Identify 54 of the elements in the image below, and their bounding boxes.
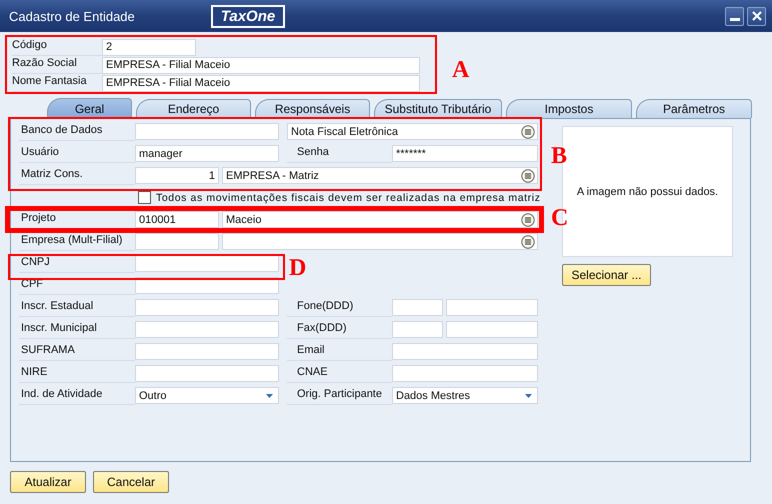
lookup-field[interactable] bbox=[222, 233, 538, 250]
list-icon[interactable] bbox=[521, 234, 535, 248]
tab[interactable]: Parâmetros bbox=[636, 99, 752, 118]
input-field[interactable]: manager bbox=[135, 145, 279, 162]
input-field[interactable] bbox=[135, 365, 279, 382]
select-button[interactable]: Selecionar ... bbox=[562, 264, 651, 286]
minimize-button[interactable] bbox=[725, 6, 744, 26]
input-field[interactable] bbox=[392, 343, 538, 360]
code-field[interactable]: 010001 bbox=[135, 211, 219, 228]
tab[interactable]: Responsáveis bbox=[255, 99, 370, 118]
input-field[interactable] bbox=[392, 365, 538, 382]
dropdown[interactable]: Outro bbox=[135, 387, 279, 404]
input-field[interactable]: 2 bbox=[102, 38, 196, 56]
checkbox[interactable] bbox=[138, 191, 151, 204]
input-field[interactable] bbox=[135, 255, 279, 272]
cancel-button[interactable]: Cancelar bbox=[93, 471, 169, 493]
input-field[interactable] bbox=[135, 321, 279, 338]
area-code-field[interactable] bbox=[392, 299, 443, 316]
tab[interactable]: Substituto Tributário bbox=[374, 99, 502, 118]
input-field[interactable] bbox=[135, 343, 279, 360]
input-field[interactable] bbox=[135, 299, 279, 316]
lookup-field[interactable]: EMPRESA - Matriz bbox=[222, 167, 538, 184]
tab[interactable]: Impostos bbox=[506, 99, 632, 118]
annotation-letter: D bbox=[289, 256, 306, 280]
close-icon bbox=[750, 10, 762, 22]
password-field[interactable]: ******* bbox=[392, 145, 538, 162]
input-field[interactable]: EMPRESA - Filial Maceio bbox=[102, 56, 420, 74]
annotation-letter: B bbox=[551, 144, 568, 168]
phone-field[interactable] bbox=[446, 321, 538, 338]
lookup-field[interactable]: Nota Fiscal Eletrônica bbox=[287, 123, 538, 140]
input-field[interactable] bbox=[135, 123, 279, 140]
empty-image-message: A imagem não possui dados. bbox=[576, 186, 718, 198]
tab[interactable]: Endereço bbox=[136, 99, 251, 118]
window-title: Cadastro de Entidade bbox=[9, 8, 135, 24]
caret-icon bbox=[266, 394, 273, 398]
caret-icon bbox=[525, 394, 532, 398]
annotation-letter: C bbox=[551, 206, 568, 230]
lookup-field[interactable]: Maceio bbox=[222, 211, 538, 228]
list-icon[interactable] bbox=[521, 124, 535, 138]
close-button[interactable] bbox=[747, 6, 766, 26]
list-icon[interactable] bbox=[521, 212, 535, 226]
code-field[interactable] bbox=[135, 233, 219, 250]
list-icon[interactable] bbox=[521, 168, 535, 182]
update-button[interactable]: Atualizar bbox=[10, 471, 86, 493]
annotation-letter: A bbox=[452, 58, 470, 82]
dropdown[interactable]: Dados Mestres bbox=[392, 387, 538, 404]
phone-field[interactable] bbox=[446, 299, 538, 316]
minimize-icon bbox=[730, 18, 740, 20]
input-field[interactable]: EMPRESA - Filial Maceio bbox=[102, 74, 420, 92]
area-code-field[interactable] bbox=[392, 321, 443, 338]
tab[interactable]: Geral bbox=[47, 98, 132, 118]
code-field[interactable]: 1 bbox=[135, 167, 219, 184]
logo: TaxOne bbox=[210, 4, 286, 28]
checkbox-label: Todos as movimentações fiscais devem ser realizadas na empresa matriz bbox=[156, 192, 541, 204]
